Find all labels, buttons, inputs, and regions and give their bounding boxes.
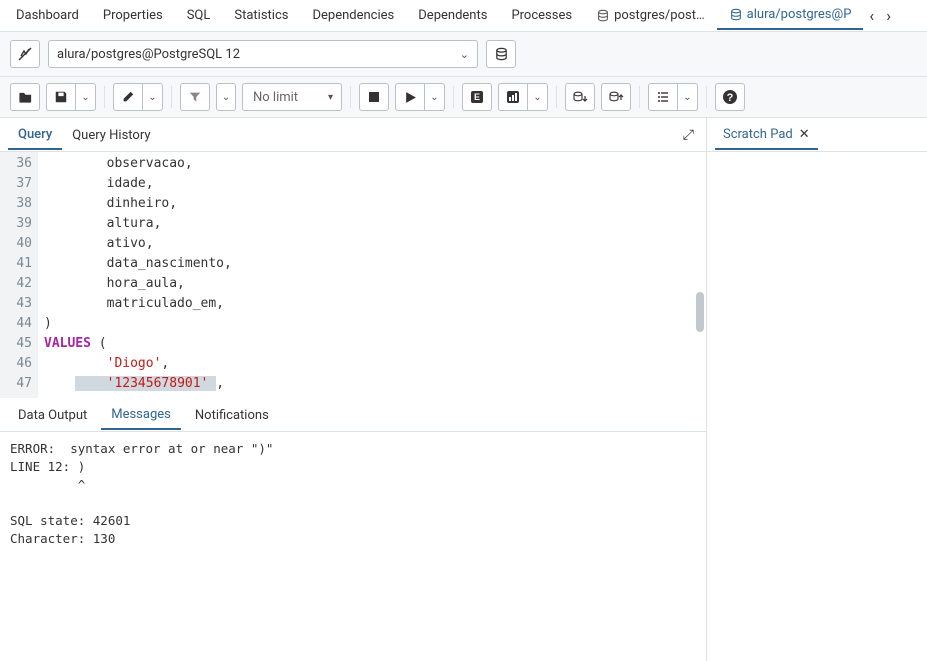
macros-button[interactable] [648,83,678,111]
filter-dropdown[interactable]: ⌄ [216,83,236,111]
close-icon[interactable]: ✕ [799,127,810,142]
messages-panel: ERROR: syntax error at or near ")" LINE … [0,432,706,661]
tab-dependencies[interactable]: Dependencies [300,2,406,29]
save-icon [54,90,68,104]
tabs-scroll-right[interactable]: › [880,2,897,29]
connection-bar: alura/postgres@PostgreSQL 12 ⌄ [0,32,927,77]
separator [556,86,557,108]
tab-notifications[interactable]: Notifications [185,401,279,429]
play-icon [404,91,417,104]
tab-query-history[interactable]: Query History [62,121,160,149]
explain-button[interactable]: E [462,83,492,111]
tab-dashboard[interactable]: Dashboard [4,2,91,29]
execute-button[interactable] [395,83,425,111]
scratch-pane: Scratch Pad ✕ [707,118,927,661]
tab-query[interactable]: Query [8,120,62,150]
editor-scrollbar-thumb[interactable] [696,292,704,332]
stop-icon [368,91,380,103]
output-tab-bar: Data Output Messages Notifications [0,398,706,432]
tab-query-postgres[interactable]: postgres/post… [584,2,717,29]
list-icon [656,90,670,104]
tab-data-output[interactable]: Data Output [8,401,97,429]
tab-scratch-pad[interactable]: Scratch Pad ✕ [715,120,818,150]
save-file-button[interactable] [46,83,76,111]
connection-status-button[interactable] [10,40,40,68]
tab-query-alura[interactable]: alura/postgres@P [717,1,864,30]
edit-dropdown[interactable]: ⌄ [143,83,163,111]
help-icon: ? [722,89,738,105]
separator [706,86,707,108]
top-tab-bar: Dashboard Properties SQL Statistics Depe… [0,0,927,32]
svg-text:E: E [474,92,480,102]
query-toolbar: ⌄ ⌄ ⌄ No limit ⌄ E ⌄ ⌄ ? [0,77,927,118]
separator [104,86,105,108]
tab-dependents[interactable]: Dependents [406,2,499,29]
open-file-button[interactable] [10,83,40,111]
separator [453,86,454,108]
save-dropdown[interactable]: ⌄ [76,83,96,111]
explain-icon: E [470,90,484,104]
tab-statistics[interactable]: Statistics [222,2,300,29]
editor-pane: Query Query History ⤢ 363738394041424344… [0,118,707,661]
main-area: Query Query History ⤢ 363738394041424344… [0,118,927,661]
explain-analyze-button[interactable] [498,83,528,111]
separator [171,86,172,108]
line-gutter: 363738394041424344454647 [0,152,38,398]
expand-editor-button[interactable]: ⤢ [679,123,698,147]
macros-dropdown[interactable]: ⌄ [678,83,698,111]
rollback-button[interactable] [601,83,631,111]
tab-properties[interactable]: Properties [91,2,175,29]
code-content[interactable]: observacao, idade, dinheiro, altura, ati… [38,152,706,398]
separator [350,86,351,108]
connection-value: alura/postgres@PostgreSQL 12 [57,47,240,62]
connection-off-icon [17,46,33,62]
svg-text:?: ? [727,92,734,104]
chart-icon [506,90,520,104]
database-icon [729,8,743,22]
rollback-icon [608,90,624,104]
filter-icon [188,90,202,104]
database-icon [596,9,610,23]
scratch-tab-bar: Scratch Pad ✕ [707,118,927,152]
connection-select[interactable]: alura/postgres@PostgreSQL 12 ⌄ [48,40,478,68]
folder-icon [18,90,33,105]
chevron-down-icon: ⌄ [460,48,469,61]
tab-processes[interactable]: Processes [499,2,584,29]
tab-messages[interactable]: Messages [101,400,181,430]
execute-dropdown[interactable]: ⌄ [425,83,445,111]
new-connection-button[interactable] [486,40,516,68]
commit-icon [572,90,588,104]
sql-editor[interactable]: 363738394041424344454647 observacao, ida… [0,152,706,398]
pencil-icon [121,90,135,104]
editor-tab-bar: Query Query History ⤢ [0,118,706,152]
expand-icon: ⤢ [683,127,694,143]
tab-sql[interactable]: SQL [175,2,223,29]
separator [639,86,640,108]
commit-button[interactable] [565,83,595,111]
database-icon [494,47,509,62]
row-limit-select[interactable]: No limit [242,83,342,111]
edit-button[interactable] [113,83,143,111]
stop-button[interactable] [359,83,389,111]
tabs-scroll-left[interactable]: ‹ [863,2,880,29]
explain-analyze-dropdown[interactable]: ⌄ [528,83,548,111]
help-button[interactable]: ? [715,83,745,111]
filter-button[interactable] [180,83,210,111]
